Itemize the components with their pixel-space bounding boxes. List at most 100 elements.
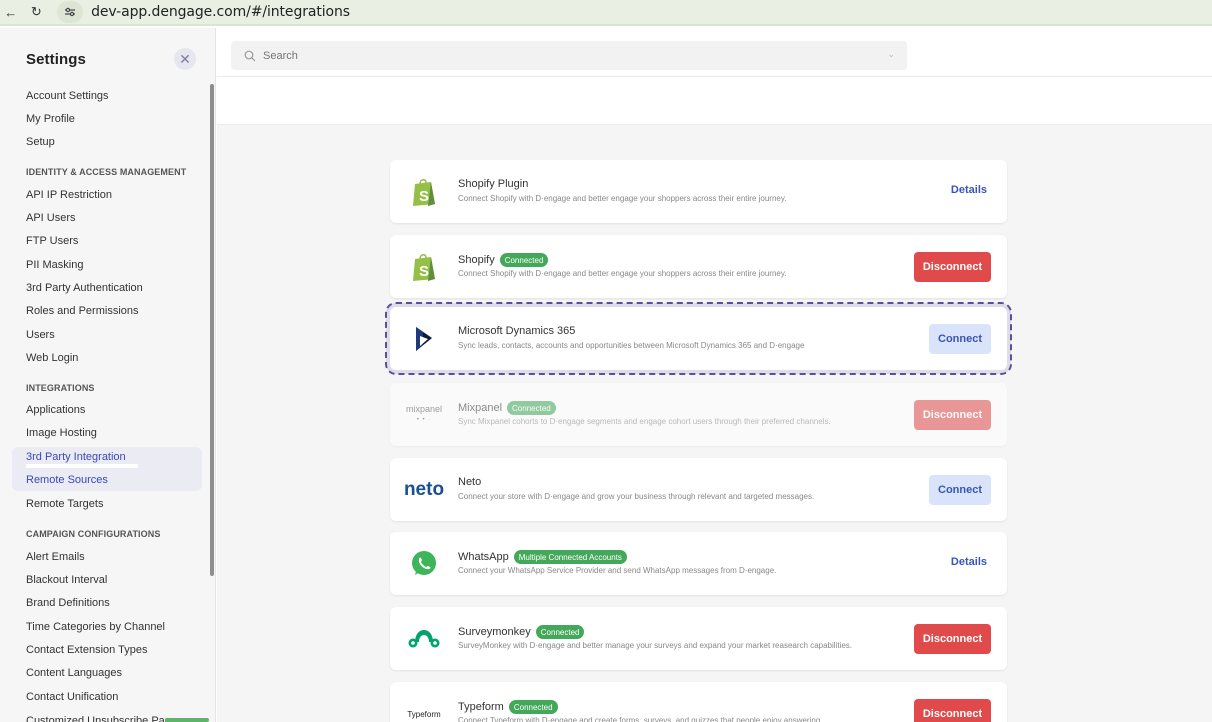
shopify-icon: S	[404, 172, 444, 212]
search-icon	[243, 49, 257, 63]
sidebar-item-users[interactable]: Users	[26, 329, 55, 341]
sidebar-item-remote-targets[interactable]: Remote Targets	[26, 498, 103, 510]
sidebar-item-time-categories-by-channel[interactable]: Time Categories by Channel	[26, 621, 165, 633]
sidebar-item-image-hosting[interactable]: Image Hosting	[26, 427, 97, 439]
integration-description: Sync Mixpanel cohorts to D·engage segmen…	[458, 417, 831, 426]
integration-title-row: Neto	[458, 476, 481, 488]
sidebar-item-ftp-users[interactable]: FTP Users	[26, 235, 78, 247]
integration-name: Mixpanel	[458, 402, 503, 414]
status-badge: Connected	[499, 253, 549, 267]
close-icon[interactable]: ✕	[174, 48, 196, 70]
integration-card-mixpanel: mixpanel • • · Mixpanel Connected Sync Mixpa…	[390, 383, 1007, 446]
sidebar-item-customized-unsubscribe-page[interactable]: Customized Unsubscribe Page	[26, 715, 177, 722]
integration-title-row: Shopify Connected	[458, 253, 549, 267]
integration-card-whatsapp: WhatsApp Multiple Connected Accounts Conne…	[390, 532, 1007, 595]
details-button[interactable]: Details	[951, 184, 987, 196]
integration-card-shopify-plugin: S Shopify Plugin Connect Shopify with D·en…	[390, 160, 1007, 223]
chevron-down-icon[interactable]: ⌄	[887, 49, 895, 60]
settings-sidebar: Settings ✕ Account Settings My Profile Set…	[0, 28, 216, 722]
integration-title-row: Mixpanel Connected	[458, 401, 556, 415]
sidebar-item-content-languages[interactable]: Content Languages	[26, 667, 122, 679]
integration-name: Typeform	[458, 701, 504, 713]
connect-button[interactable]: Connect	[929, 475, 991, 505]
integration-name: Shopify Plugin	[458, 178, 529, 190]
svg-text:S: S	[419, 188, 429, 205]
integration-name: Shopify	[458, 254, 495, 266]
sidebar-section-heading: INTEGRATIONS	[26, 383, 95, 393]
sidebar-item-my-profile[interactable]: My Profile	[26, 113, 75, 125]
sidebar-item-brand-definitions[interactable]: Brand Definitions	[26, 597, 110, 609]
search-band: ⌄	[217, 28, 1212, 77]
mixpanel-wordmark: mixpanel • • ·	[405, 404, 443, 424]
sidebar-item-3rd-party-authentication[interactable]: 3rd Party Authentication	[26, 282, 143, 294]
address-bar[interactable]: dev-app.dengage.com/#/integrations	[57, 0, 1212, 24]
sidebar-item-blackout-interval[interactable]: Blackout Interval	[26, 574, 107, 586]
sidebar-section-heading: CAMPAIGN CONFIGURATIONS	[26, 529, 161, 539]
integration-title-row: Shopify Plugin	[458, 178, 528, 190]
sidebar-item-web-login[interactable]: Web Login	[26, 352, 78, 364]
neto-logo: neto	[403, 479, 445, 500]
sidebar-item-contact-extension-types[interactable]: Contact Extension Types	[26, 644, 147, 656]
site-info-icon[interactable]	[57, 1, 84, 23]
dynamics-icon	[404, 319, 444, 359]
search-box[interactable]: ⌄	[231, 41, 907, 70]
sidebar-item-remote-sources[interactable]: Remote Sources	[26, 474, 108, 486]
reload-icon[interactable]: ↻	[26, 1, 48, 23]
integration-description: Sync leads, contacts, accounts and oppor…	[458, 341, 805, 350]
integration-name: Neto	[458, 476, 482, 488]
sidebar-item-contact-unification[interactable]: Contact Unification	[26, 691, 118, 703]
sidebar-item-setup[interactable]: Setup	[26, 136, 55, 148]
sidebar-title: Settings	[26, 50, 86, 68]
disconnect-button[interactable]: Disconnect	[914, 624, 991, 654]
url-text[interactable]: dev-app.dengage.com/#/integrations	[91, 4, 350, 20]
integration-card-microsoft-dynamics-365: Microsoft Dynamics 365 Sync leads, contac…	[385, 302, 1012, 375]
integration-description: Connect your store with D·engage and gro…	[458, 492, 815, 501]
top-header: ⌄	[217, 28, 1212, 125]
integration-name: WhatsApp	[458, 551, 509, 563]
sidebar-item-alert-emails[interactable]: Alert Emails	[26, 551, 85, 563]
integration-title-row: Typeform Connected	[458, 700, 558, 714]
status-badge: Connected	[508, 700, 558, 714]
integration-description: SurveyMonkey with D·engage and better ma…	[458, 641, 852, 650]
status-badge: Connected	[507, 401, 556, 415]
sidebar-item-3rd-party-integration[interactable]: 3rd Party Integration	[26, 451, 126, 463]
mixpanel-logo: mixpanel • • ·	[404, 395, 444, 435]
integrations-content: S Shopify Plugin Connect Shopify with D·en…	[217, 125, 1212, 722]
sidebar-section-heading: IDENTITY & ACCESS MANAGEMENT	[26, 167, 187, 177]
integration-name: Microsoft Dynamics 365	[458, 325, 576, 337]
shopify-icon: S	[404, 247, 444, 287]
sidebar-item-api-ip-restriction[interactable]: API IP Restriction	[26, 189, 112, 201]
sidebar-item-pii-masking[interactable]: PII Masking	[26, 259, 83, 271]
sidebar-scrollbar[interactable]	[210, 84, 214, 576]
disconnect-button[interactable]: Disconnect	[914, 252, 991, 282]
surveymonkey-icon	[404, 619, 444, 659]
sidebar-header: Settings ✕	[0, 28, 215, 90]
integration-description: Connect your WhatsApp Service Provider a…	[458, 566, 777, 575]
status-badge: Multiple Connected Accounts	[513, 550, 627, 564]
integration-description: Connect Shopify with D·engage and better…	[458, 194, 787, 203]
sidebar-item-api-users[interactable]: API Users	[26, 212, 76, 224]
sidebar-item-account-settings[interactable]: Account Settings	[26, 90, 109, 102]
integration-name: Surveymonkey	[458, 626, 531, 638]
connect-button[interactable]: Connect	[929, 324, 991, 354]
sidebar-item-applications[interactable]: Applications	[26, 404, 85, 416]
typeform-logo: Typeform	[407, 709, 441, 719]
integration-title-row: WhatsApp Multiple Connected Accounts	[458, 550, 627, 564]
sidebar-bottom-indicator	[165, 718, 209, 722]
details-button[interactable]: Details	[951, 556, 987, 568]
sidebar-selection-mark	[26, 464, 138, 468]
integration-description: Connect Typeform with D·engage and creat…	[458, 716, 823, 722]
integration-card-shopify: S Shopify Connected Connect Shopify with D·…	[390, 235, 1007, 298]
svg-text:S: S	[419, 263, 429, 280]
back-arrow-icon[interactable]: ←	[0, 1, 22, 23]
whatsapp-icon	[404, 544, 444, 584]
status-badge: Connected	[535, 625, 585, 639]
disconnect-button[interactable]: Disconnect	[914, 400, 991, 430]
integration-title-row: Microsoft Dynamics 365	[458, 325, 575, 337]
disconnect-button[interactable]: Disconnect	[914, 699, 991, 722]
sidebar-item-roles-and-permissions[interactable]: Roles and Permissions	[26, 305, 139, 317]
integration-card-surveymonkey: Surveymonkey Connected SurveyMonkey with D…	[390, 607, 1007, 670]
browser-toolbar: ← ↻ dev-app.dengage.com/#/integrations	[0, 0, 1212, 26]
search-input[interactable]	[263, 49, 863, 62]
integration-card-neto: neto Neto Connect your store with D·engage…	[390, 458, 1007, 521]
